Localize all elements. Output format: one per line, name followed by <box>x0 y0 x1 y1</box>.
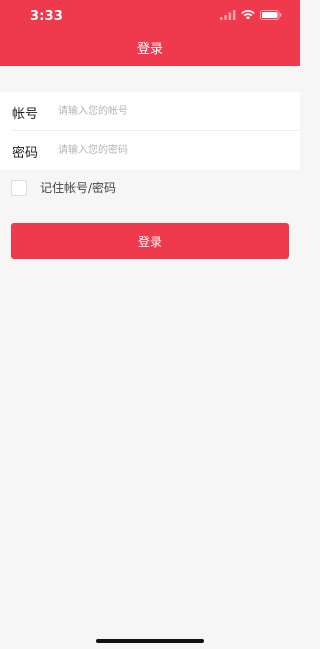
remember-checkbox[interactable] <box>11 179 27 196</box>
home-indicator <box>96 639 204 643</box>
account-label: 帐号 <box>12 107 39 122</box>
account-input[interactable] <box>58 100 288 122</box>
status-time: 3:33 <box>30 9 64 24</box>
battery-icon <box>260 10 282 20</box>
login-button[interactable]: 登录 <box>11 223 289 259</box>
password-row: 密码 <box>0 131 300 170</box>
app-header: 3:33 登录 <box>0 0 300 66</box>
remember-option: 记住帐号/密码 <box>11 179 116 196</box>
wifi-icon <box>241 10 255 20</box>
status-icons <box>220 10 282 20</box>
account-row: 帐号 <box>0 92 300 131</box>
remember-label[interactable]: 记住帐号/密码 <box>40 179 116 196</box>
login-form: 帐号 密码 <box>0 92 300 170</box>
page-title: 登录 <box>136 42 163 57</box>
password-label: 密码 <box>12 146 39 161</box>
password-input[interactable] <box>58 139 288 161</box>
status-bar: 3:33 <box>0 0 300 30</box>
signal-icon <box>220 10 236 20</box>
